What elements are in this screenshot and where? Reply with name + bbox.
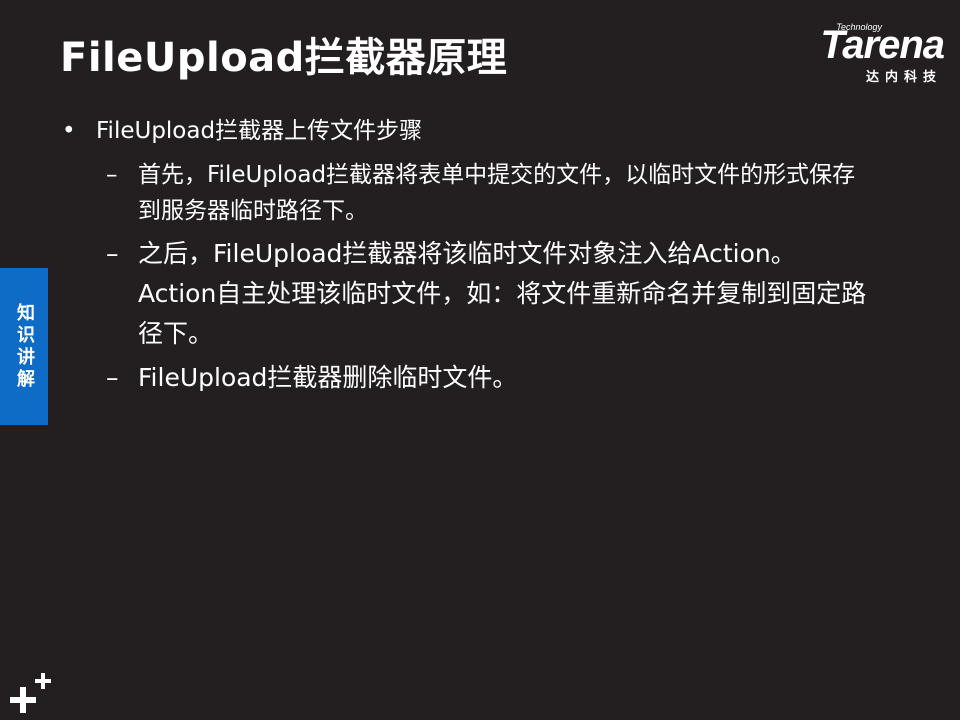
side-tab: 知识讲解 bbox=[0, 268, 48, 425]
sub-bullet-step-2: – 之后，FileUpload拦截器将该临时文件对象注入给Action。Acti… bbox=[60, 234, 873, 354]
sub-bullet-marker: – bbox=[106, 239, 119, 269]
sub-bullet-step-1: – 首先，FileUpload拦截器将表单中提交的文件，以临时文件的形式保存到服… bbox=[60, 157, 873, 231]
slide-title: FileUpload拦截器原理 bbox=[60, 35, 508, 81]
sub-bullet-text: 首先，FileUpload拦截器将表单中提交的文件，以临时文件的形式保存到服务器… bbox=[138, 161, 856, 225]
sub-bullet-marker: – bbox=[106, 363, 119, 393]
bullet-heading-text: FileUpload拦截器上传文件步骤 bbox=[96, 118, 423, 144]
sub-bullet-text: FileUpload拦截器删除临时文件。 bbox=[138, 363, 518, 393]
sub-bullet-text: 之后，FileUpload拦截器将该临时文件对象注入给Action。Action… bbox=[138, 239, 867, 349]
logo-chinese-name: 达内科技 bbox=[865, 70, 942, 85]
bullet-heading: • FileUpload拦截器上传文件步骤 bbox=[60, 114, 920, 149]
sub-bullet-marker: – bbox=[106, 161, 118, 188]
bullet-marker: • bbox=[62, 118, 76, 144]
slide-content: • FileUpload拦截器上传文件步骤 – 首先，FileUpload拦截器… bbox=[60, 114, 920, 402]
logo-wordmark: Tarena bbox=[820, 23, 945, 67]
sub-bullet-step-3: – FileUpload拦截器删除临时文件。 bbox=[60, 358, 873, 398]
side-tab-label: 知识讲解 bbox=[14, 302, 35, 391]
plus-logo-icon bbox=[10, 673, 51, 713]
tarena-logo: Technology Tarena 达内科技 bbox=[774, 22, 945, 86]
